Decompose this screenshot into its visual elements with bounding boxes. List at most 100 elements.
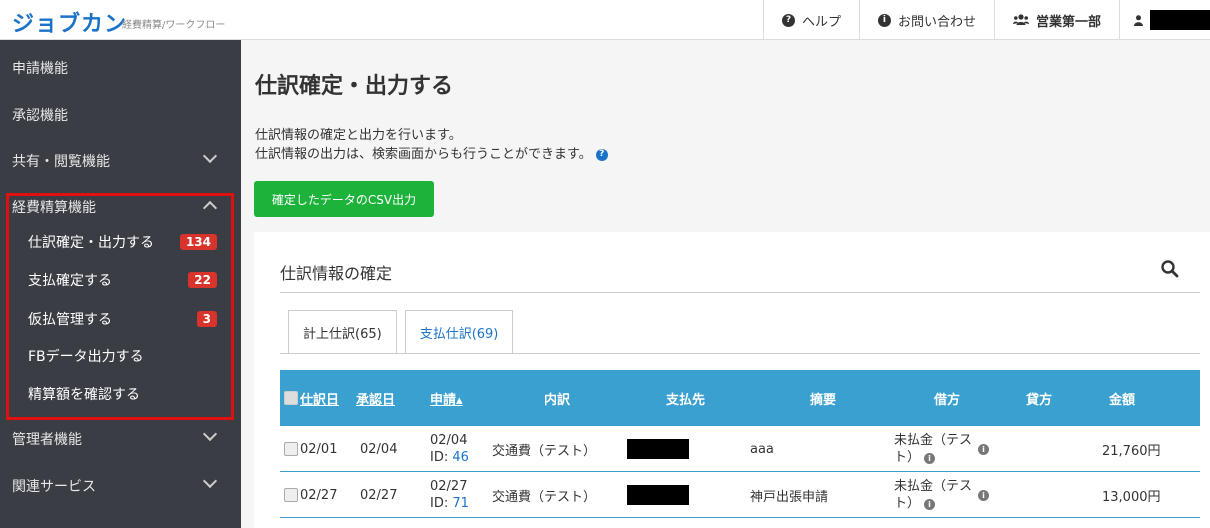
department-label: 営業第一部 [1035,14,1101,30]
sidebar-item-label: 経費精算機能 [12,200,96,216]
app-logo[interactable]: ジョブカン [12,6,127,38]
csv-export-button[interactable]: 確定したデータのCSV出力 [254,181,434,217]
sidebar-subitem-payment[interactable]: 支払確定する 22 [0,261,241,299]
row-id-link[interactable]: 46 [452,450,469,465]
app-logo-subtitle: 経費精算/ワークフロー [122,20,226,31]
row-applied-cell: 02/04 ID: 46 [430,426,469,472]
row-debit-line: 未払金（テス [894,433,973,448]
row-detail: 交通費（テスト） [492,489,597,505]
info-icon[interactable]: i [924,453,936,464]
sidebar-item-sharing[interactable]: 共有・閲覧機能 [0,138,241,184]
column-header-summary: 摘要 [810,392,837,408]
redacted-payee [627,439,689,459]
sidebar-item-label: 共有・閲覧機能 [12,154,110,170]
info-icon[interactable]: i [978,489,990,501]
row-id-link[interactable]: 71 [452,496,469,511]
row-payee [627,472,689,518]
info-icon: i [877,13,891,27]
sidebar-subitem-label: 仕訳確定・出力する [28,235,154,251]
description-line: 仕訳情報の確定と出力を行います。 [255,128,462,143]
row-date: 02/01 [300,441,338,457]
redacted-payee [627,485,689,505]
column-header-amount: 金額 [1109,392,1136,408]
column-header-credit: 貸方 [1026,392,1053,408]
users-icon [1012,14,1029,25]
info-icon[interactable]: i [924,499,936,510]
column-header-approved[interactable]: 承認日 [356,370,395,426]
redacted-username [1150,10,1210,30]
help-link[interactable]: ? ヘルプ [762,0,859,40]
count-badge: 3 [196,311,217,327]
row-debit-cell: 未払金（テス ト） i i [894,426,990,472]
row-summary: aaa [750,441,774,457]
tab-bar: 計上仕訳(65) 支払仕訳(69) [288,310,514,353]
tab-accrual[interactable]: 計上仕訳(65) [288,310,397,353]
table-row: 02/01 02/04 02/04 ID: 46 交通費（テスト） aaa 未払… [280,426,1200,472]
sidebar-subitem-label: 仮払管理する [28,312,112,328]
row-payee [627,426,689,472]
sidebar-subitem-label: 精算額を確認する [28,387,140,403]
page-description: 仕訳情報の確定と出力を行います。 仕訳情報の出力は、検索画面からも行うことができ… [255,126,608,164]
column-header-detail: 内訳 [544,392,571,408]
chevron-down-icon [202,148,218,164]
column-header-date[interactable]: 仕訳日 [284,370,339,426]
row-applied-date: 02/04 [430,433,468,448]
column-header-payee: 支払先 [666,392,706,408]
tab-divider [280,353,1200,354]
row-id-prefix: ID: [430,496,449,511]
row-approved: 02/04 [360,441,398,457]
journal-panel: 仕訳情報の確定 計上仕訳(65) 支払仕訳(69) 仕訳日 承認日 申請▴ 内訳… [254,232,1210,528]
table-row: 02/27 02/27 02/27 ID: 71 交通費（テスト） 神戸出張申請… [280,472,1200,518]
sidebar-item-admin[interactable]: 管理者機能 [0,416,241,462]
sidebar-subitem-fb-export[interactable]: FBデータ出力する [0,337,241,375]
page-title: 仕訳確定・出力する [255,74,454,99]
sidebar-subitem-settlement[interactable]: 精算額を確認する [0,375,241,413]
sidebar-item-label: 関連サービス [12,479,96,495]
row-detail: 交通費（テスト） [492,443,597,459]
row-date-cell: 02/01 [284,426,337,472]
department-menu[interactable]: 営業第一部 [993,0,1119,40]
description-line: 仕訳情報の出力は、検索画面からも行うことができます。? [255,145,608,164]
sidebar-subitem-label: FBデータ出力する [28,349,144,365]
select-all-checkbox[interactable] [284,391,298,405]
tab-payment[interactable]: 支払仕訳(69) [404,310,514,353]
sidebar-subitem-advance[interactable]: 仮払管理する 3 [0,300,241,338]
row-id-prefix: ID: [430,450,449,465]
column-header-debit: 借方 [934,392,961,408]
row-approved: 02/27 [360,487,398,503]
top-header: ジョブカン 経費精算/ワークフロー ? ヘルプ i お問い合わせ 営業第一部 [0,0,1210,40]
contact-link[interactable]: i お問い合わせ [858,0,994,40]
row-debit-cell: 未払金（テス ト） i i [894,472,990,518]
column-header-applied[interactable]: 申請▴ [430,370,463,426]
row-date: 02/27 [300,487,338,503]
row-date-cell: 02/27 [284,472,337,518]
sidebar-subitem-journal[interactable]: 仕訳確定・出力する 134 [0,223,241,261]
sidebar-item-application[interactable]: 申請機能 [0,45,241,91]
sidebar: 申請機能 承認機能 共有・閲覧機能 経費精算機能 仕訳確定・出力する 134 支… [0,40,241,528]
search-icon[interactable] [1160,259,1180,279]
count-badge: 22 [188,272,217,288]
help-label: ヘルプ [801,14,841,30]
row-amount: 21,760円 [1102,443,1161,459]
sidebar-item-related[interactable]: 関連サービス [0,463,241,509]
column-header-label: 仕訳日 [300,392,340,408]
contact-label: お問い合わせ [897,14,976,30]
row-amount: 13,000円 [1102,489,1161,505]
help-icon[interactable]: ? [595,148,608,161]
sidebar-item-label: 承認機能 [12,108,68,124]
row-checkbox[interactable] [284,442,298,456]
sidebar-item-approval[interactable]: 承認機能 [0,92,241,138]
table-header: 仕訳日 承認日 申請▴ 内訳 支払先 摘要 借方 貸方 金額 [280,370,1200,426]
user-menu[interactable] [1119,0,1210,40]
sidebar-item-label: 管理者機能 [12,432,82,448]
count-badge: 134 [179,234,217,250]
main-content: 仕訳確定・出力する 仕訳情報の確定と出力を行います。 仕訳情報の出力は、検索画面… [241,40,1210,528]
row-checkbox[interactable] [284,488,298,502]
question-icon: ? [781,13,795,27]
user-icon [1134,14,1143,26]
chevron-down-icon [202,473,218,489]
sidebar-item-label: 申請機能 [12,61,68,77]
info-icon[interactable]: i [978,443,990,455]
panel-divider [280,292,1200,293]
chevron-up-icon [202,200,218,216]
